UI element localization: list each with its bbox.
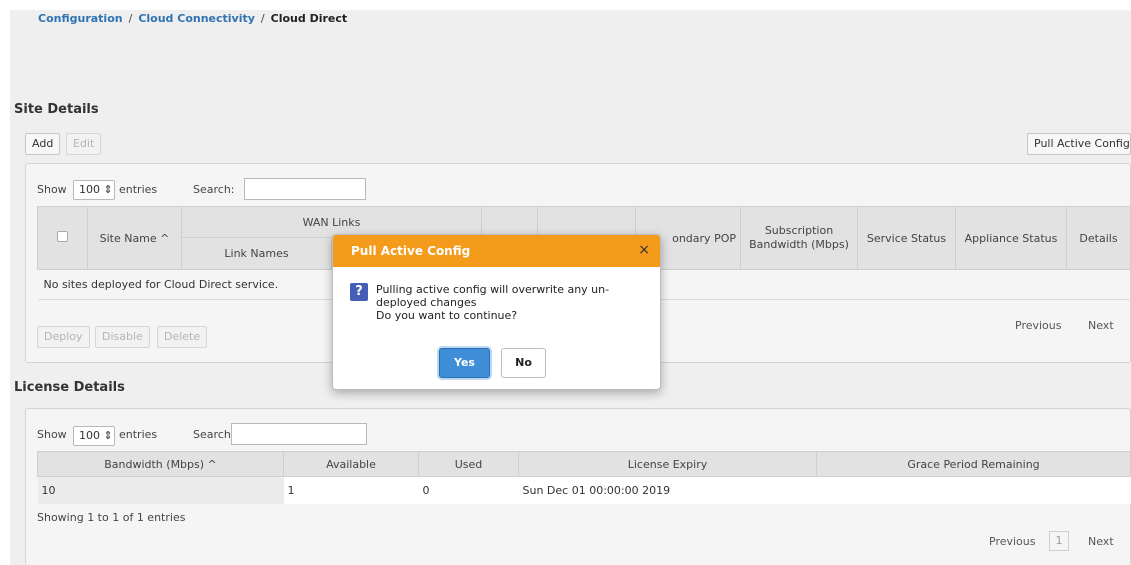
- disable-button[interactable]: Disable: [95, 326, 150, 348]
- entries-select[interactable]: 100 ⇕: [73, 180, 115, 200]
- used-header[interactable]: Used: [418, 451, 519, 477]
- site-name-header[interactable]: Site Name ^: [87, 206, 182, 270]
- pull-active-config-dialog: Pull Active Config × ? Pulling active co…: [332, 234, 661, 390]
- pull-active-config-button[interactable]: Pull Active Config: [1027, 133, 1131, 155]
- license-page-1[interactable]: 1: [1049, 531, 1069, 551]
- site-next-link[interactable]: Next: [1088, 319, 1114, 332]
- wan-links-header: WAN Links: [181, 206, 482, 238]
- breadcrumb-configuration[interactable]: Configuration: [38, 12, 123, 25]
- license-entries-label: entries: [119, 428, 158, 441]
- site-previous-link[interactable]: Previous: [1015, 319, 1062, 332]
- dialog-header: Pull Active Config ×: [333, 235, 660, 267]
- breadcrumb-separator: /: [260, 12, 265, 25]
- license-expiry-cell: Sun Dec 01 00:00:00 2019: [522, 483, 671, 497]
- breadcrumb: Configuration / Cloud Connectivity / Cloud D…: [38, 12, 347, 25]
- deploy-button[interactable]: Deploy: [37, 326, 90, 348]
- available-cell: 1: [287, 483, 295, 497]
- select-arrows-icon: ⇕: [103, 429, 113, 442]
- select-arrows-icon: ⇕: [103, 183, 113, 196]
- show-label: Show: [37, 183, 67, 196]
- sort-asc-icon: ^: [207, 457, 217, 471]
- add-button[interactable]: Add: [25, 133, 61, 155]
- dialog-message-line1: Pulling active config will overwrite any…: [376, 283, 610, 296]
- bandwidth-cell: 10: [37, 476, 284, 504]
- site-search-input[interactable]: [244, 178, 366, 200]
- license-entries-select[interactable]: 100 ⇕: [73, 426, 115, 446]
- bandwidth-header[interactable]: Bandwidth (Mbps) ^: [37, 451, 284, 477]
- entries-label: entries: [119, 183, 158, 196]
- breadcrumb-separator: /: [128, 12, 133, 25]
- table-row: 10 1 0 Sun Dec 01 00:00:00 2019: [37, 476, 1131, 504]
- grace-period-header[interactable]: Grace Period Remaining: [816, 451, 1131, 477]
- entries-value: 100: [79, 183, 100, 196]
- service-status-header[interactable]: Service Status: [857, 206, 956, 270]
- select-all-cell: [37, 206, 88, 270]
- delete-button[interactable]: Delete: [157, 326, 208, 348]
- breadcrumb-current: Cloud Direct: [270, 12, 348, 25]
- grace-period-cell: [817, 477, 1131, 504]
- license-show-label: Show: [37, 428, 67, 441]
- bandwidth-header-label: Bandwidth (Mbps): [104, 457, 205, 471]
- available-header[interactable]: Available: [283, 451, 419, 477]
- breadcrumb-cloud-connectivity[interactable]: Cloud Connectivity: [138, 12, 255, 25]
- dialog-message-line2: deployed changes: [376, 296, 477, 309]
- details-header[interactable]: Details: [1066, 206, 1131, 270]
- used-cell: 0: [422, 483, 430, 497]
- select-all-checkbox[interactable]: [57, 231, 68, 242]
- dialog-message-line3: Do you want to continue?: [376, 309, 518, 322]
- sort-asc-icon: ^: [160, 231, 170, 245]
- dialog-title: Pull Active Config: [351, 244, 471, 258]
- subscription-bandwidth-header[interactable]: Subscription Bandwidth (Mbps): [740, 206, 858, 270]
- license-showing-text: Showing 1 to 1 of 1 entries: [37, 511, 186, 524]
- license-entries-value: 100: [79, 429, 100, 442]
- search-label: Search:: [193, 183, 235, 196]
- close-icon[interactable]: ×: [638, 242, 650, 258]
- license-search-input[interactable]: [231, 423, 367, 445]
- yes-button[interactable]: Yes: [439, 348, 490, 378]
- no-button[interactable]: No: [501, 348, 546, 378]
- appliance-status-header[interactable]: Appliance Status: [955, 206, 1067, 270]
- license-expiry-header[interactable]: License Expiry: [518, 451, 817, 477]
- license-search-label: Search:: [193, 428, 235, 441]
- link-names-header[interactable]: Link Names: [181, 237, 332, 270]
- question-icon: ?: [350, 283, 368, 301]
- site-name-header-label: Site Name: [99, 231, 157, 245]
- dialog-message: Pulling active config will overwrite any…: [376, 283, 636, 322]
- site-details-title: Site Details: [14, 102, 99, 117]
- license-next-link[interactable]: Next: [1088, 535, 1114, 548]
- license-table: Bandwidth (Mbps) ^ Available Used Licens…: [37, 451, 1131, 504]
- edit-button[interactable]: Edit: [66, 133, 102, 155]
- license-details-title: License Details: [14, 380, 125, 395]
- license-previous-link[interactable]: Previous: [989, 535, 1036, 548]
